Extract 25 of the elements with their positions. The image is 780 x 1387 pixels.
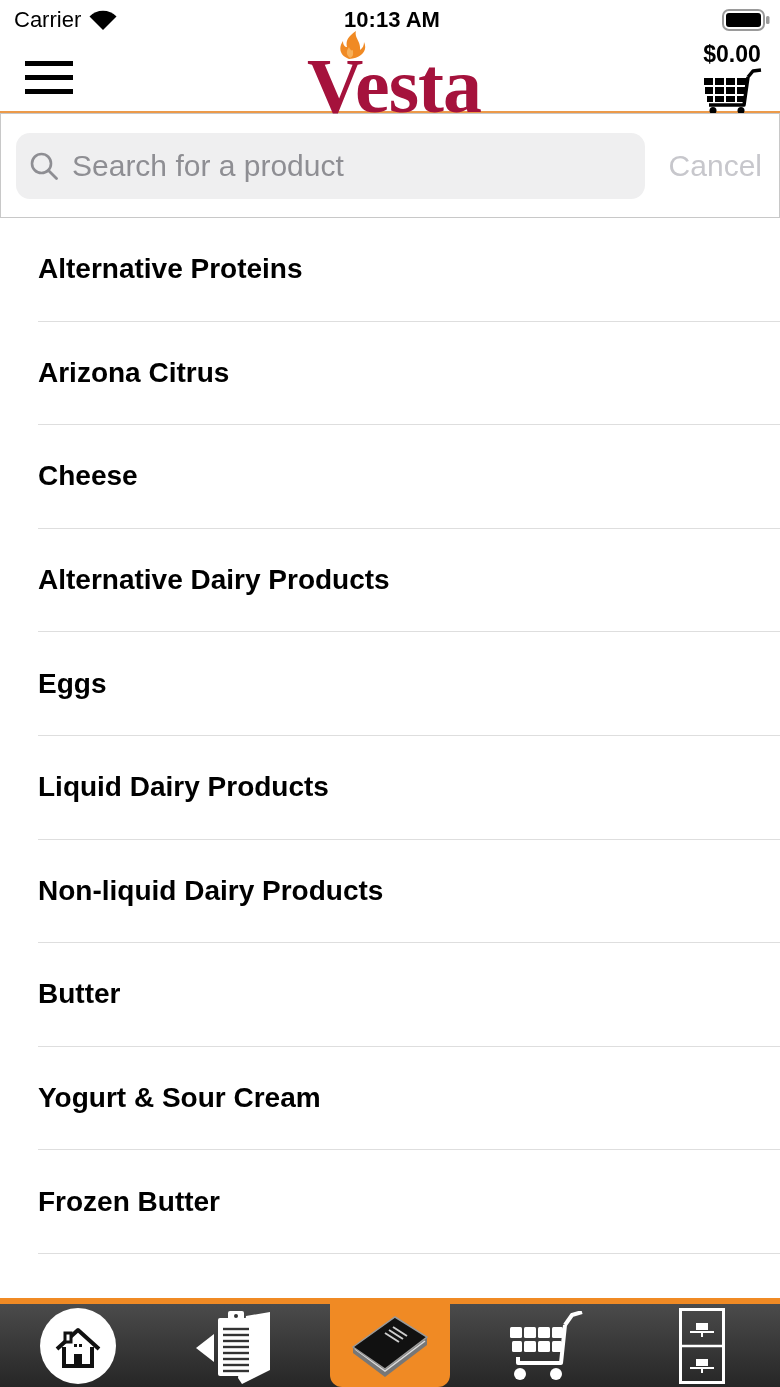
cart-icon <box>508 1310 584 1381</box>
search-field[interactable]: Search for a product <box>16 132 645 199</box>
cart-icon <box>701 68 763 114</box>
category-item[interactable]: Alternative Dairy Products <box>0 528 780 632</box>
menu-icon <box>25 60 73 94</box>
book-icon <box>351 1314 429 1377</box>
battery-icon <box>722 9 770 31</box>
search-icon <box>30 151 58 180</box>
category-item[interactable]: Non-liquid Dairy Products <box>0 839 780 943</box>
menu-button[interactable] <box>25 60 73 94</box>
cart-button[interactable]: $0.00 <box>701 40 763 114</box>
status-time: 10:13 AM <box>344 7 440 33</box>
category-item[interactable]: Liquid Dairy Products <box>0 735 780 839</box>
logo-text: Vesta <box>306 59 482 114</box>
wifi-icon <box>89 10 118 30</box>
category-item[interactable]: Yogurt & Sour Cream <box>0 1046 780 1150</box>
category-item[interactable]: Butter <box>0 943 780 1046</box>
carrier-name: Carrier <box>14 7 82 33</box>
home-icon <box>40 1307 116 1384</box>
category-item[interactable]: Arizona Citrus <box>0 321 780 425</box>
category-item[interactable]: Eggs <box>0 632 780 735</box>
category-item[interactable]: Cheese <box>0 425 780 528</box>
category-item[interactable]: Alternative Proteins <box>0 218 780 321</box>
category-item[interactable]: Frozen Butter <box>0 1150 780 1253</box>
filing-cabinet-icon <box>679 1307 725 1384</box>
